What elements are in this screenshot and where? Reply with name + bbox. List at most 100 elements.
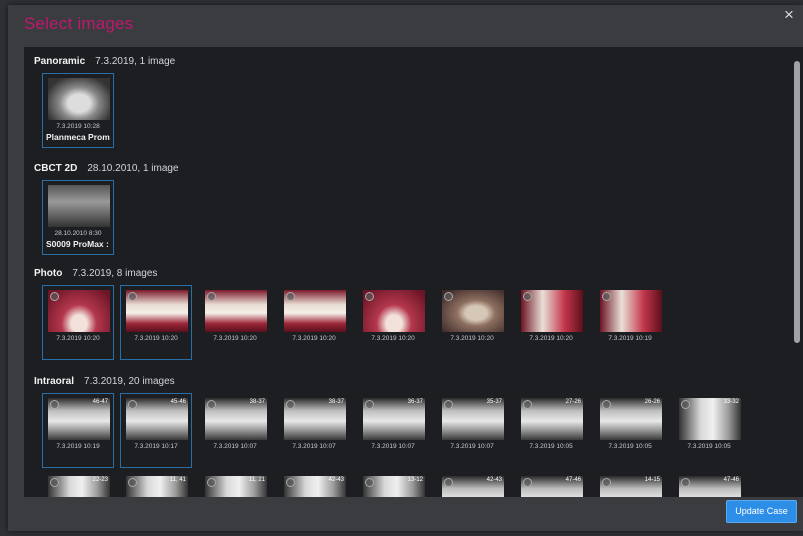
section-meta: 7.3.2019, 8 images — [72, 268, 158, 279]
dialog-title: Select images — [24, 14, 134, 33]
tooth-number-label: 26-26 — [644, 399, 660, 405]
tooth-number-label: 35-37 — [486, 399, 502, 405]
thumbnail-timestamp: 7.3.2019 10:20 — [450, 335, 494, 342]
thumbnail-image: 38-37 — [205, 398, 267, 440]
thumbnail-caption: S0009 ProMax : — [46, 239, 109, 249]
select-checkbox-icon[interactable] — [523, 292, 532, 301]
image-thumbnail[interactable]: 14-15 — [594, 471, 666, 497]
close-icon[interactable]: × — [781, 6, 797, 23]
select-checkbox-icon[interactable] — [365, 400, 374, 409]
image-thumbnail[interactable]: 36-37 7.3.2019 10:07 — [357, 393, 429, 468]
image-thumbnail[interactable]: 45-46 7.3.2019 10:17 — [120, 393, 192, 468]
section-panoramic: Panoramic 7.3.2019, 1 image 7.3.2019 10:28… — [34, 55, 175, 148]
section-header: Panoramic 7.3.2019, 1 image — [34, 55, 175, 69]
image-thumbnail[interactable]: 13-12 — [357, 471, 429, 497]
image-thumbnail[interactable]: 7.3.2019 10:20 — [436, 285, 508, 360]
thumbnail-timestamp: 7.3.2019 10:19 — [56, 443, 100, 450]
thumbnail-timestamp: 7.3.2019 10:07 — [213, 443, 257, 450]
select-checkbox-icon[interactable] — [444, 400, 453, 409]
update-case-button[interactable]: Update Case — [726, 500, 797, 523]
section-intraoral: Intraoral 7.3.2019, 20 images 46-47 7.3.201… — [34, 375, 741, 497]
select-checkbox-icon[interactable] — [207, 292, 216, 301]
section-name: Photo — [34, 268, 63, 279]
select-checkbox-icon[interactable] — [602, 478, 611, 487]
thumbnail-timestamp: 28.10.2010 8:30 — [54, 230, 102, 237]
select-checkbox-icon[interactable] — [50, 478, 59, 487]
scrollbar-thumb[interactable] — [794, 61, 800, 343]
thumbnail-image — [600, 290, 662, 332]
thumbnail-image: 27-26 — [521, 398, 583, 440]
select-checkbox-icon[interactable] — [523, 478, 532, 487]
thumbnail-image: 11, 41 — [126, 476, 188, 497]
image-thumbnail[interactable]: 27-26 7.3.2019 10:05 — [515, 393, 587, 468]
image-thumbnail[interactable]: 42-43 — [436, 471, 508, 497]
image-thumbnail[interactable]: 7.3.2019 10:19 — [594, 285, 666, 360]
select-checkbox-icon[interactable] — [365, 478, 374, 487]
thumbnail-timestamp: 7.3.2019 10:20 — [213, 335, 257, 342]
image-thumbnail[interactable]: 7.3.2019 10:28 Planmeca Prom — [42, 73, 114, 148]
thumbnail-image — [442, 290, 504, 332]
image-thumbnail[interactable]: 7.3.2019 10:20 — [357, 285, 429, 360]
tooth-number-label: 46-47 — [92, 399, 108, 405]
image-thumbnail[interactable]: 28.10.2010 8:30 S0009 ProMax : — [42, 180, 114, 255]
thumbnail-image: 46-47 — [48, 398, 110, 440]
image-thumbnail[interactable]: 22-23 — [42, 471, 114, 497]
tooth-number-label: 33-32 — [723, 399, 739, 405]
select-checkbox-icon[interactable] — [444, 478, 453, 487]
section-meta: 7.3.2019, 1 image — [95, 56, 176, 67]
image-thumbnail[interactable]: 7.3.2019 10:20 — [515, 285, 587, 360]
select-images-dialog: Select images × Panoramic 7.3.2019, 1 ima… — [8, 5, 803, 531]
select-checkbox-icon[interactable] — [681, 478, 690, 487]
image-browser-panel: Panoramic 7.3.2019, 1 image 7.3.2019 10:28… — [24, 47, 803, 497]
select-checkbox-icon[interactable] — [207, 478, 216, 487]
thumbnail-image — [284, 290, 346, 332]
thumbnail-image: 35-37 — [442, 398, 504, 440]
tooth-number-label: 45-46 — [170, 399, 186, 405]
thumbnail-image — [363, 290, 425, 332]
select-checkbox-icon[interactable] — [602, 292, 611, 301]
section-header: Photo 7.3.2019, 8 images — [34, 267, 157, 281]
tooth-number-label: 22-23 — [92, 477, 108, 483]
select-checkbox-icon[interactable] — [681, 400, 690, 409]
image-thumbnail[interactable]: 7.3.2019 10:20 — [120, 285, 192, 360]
image-thumbnail[interactable]: 47-46 — [673, 471, 745, 497]
select-checkbox-icon[interactable] — [286, 400, 295, 409]
select-checkbox-icon[interactable] — [50, 292, 59, 301]
thumbnail-timestamp: 7.3.2019 10:20 — [529, 335, 573, 342]
image-thumbnail[interactable]: 42-43 — [278, 471, 350, 497]
select-checkbox-icon[interactable] — [602, 400, 611, 409]
section-meta: 7.3.2019, 20 images — [84, 376, 175, 387]
select-checkbox-icon[interactable] — [128, 400, 137, 409]
image-thumbnail[interactable]: 11, 21 — [199, 471, 271, 497]
image-thumbnail[interactable]: 33-32 7.3.2019 10:05 — [673, 393, 745, 468]
select-checkbox-icon[interactable] — [128, 478, 137, 487]
thumbnail-timestamp: 7.3.2019 10:20 — [292, 335, 336, 342]
image-thumbnail[interactable]: 38-37 7.3.2019 10:07 — [278, 393, 350, 468]
thumbnail-image: 42-43 — [284, 476, 346, 497]
section-meta: 28.10.2010, 1 image — [87, 163, 179, 174]
tooth-number-label: 36-37 — [407, 399, 423, 405]
image-thumbnail[interactable]: 11, 41 — [120, 471, 192, 497]
image-thumbnail[interactable]: 47-46 — [515, 471, 587, 497]
select-checkbox-icon[interactable] — [50, 400, 59, 409]
image-thumbnail[interactable]: 38-37 7.3.2019 10:07 — [199, 393, 271, 468]
image-thumbnail[interactable]: 46-47 7.3.2019 10:19 — [42, 393, 114, 468]
image-thumbnail[interactable]: 7.3.2019 10:20 — [199, 285, 271, 360]
thumbnail-image: 42-43 — [442, 476, 504, 497]
image-thumbnail[interactable]: 35-37 7.3.2019 10:07 — [436, 393, 508, 468]
select-checkbox-icon[interactable] — [286, 478, 295, 487]
image-thumbnail[interactable]: 7.3.2019 10:20 — [278, 285, 350, 360]
image-thumbnail[interactable]: 7.3.2019 10:20 — [42, 285, 114, 360]
select-checkbox-icon[interactable] — [444, 292, 453, 301]
tooth-number-label: 42-43 — [328, 477, 344, 483]
select-checkbox-icon[interactable] — [365, 292, 374, 301]
tooth-number-label: 47-46 — [723, 477, 739, 483]
select-checkbox-icon[interactable] — [207, 400, 216, 409]
image-thumbnail[interactable]: 26-26 7.3.2019 10:05 — [594, 393, 666, 468]
thumbnail-image — [521, 290, 583, 332]
select-checkbox-icon[interactable] — [286, 292, 295, 301]
select-checkbox-icon[interactable] — [128, 292, 137, 301]
select-checkbox-icon[interactable] — [523, 400, 532, 409]
thumbnail-image: 38-37 — [284, 398, 346, 440]
scrollbar[interactable] — [793, 53, 801, 488]
